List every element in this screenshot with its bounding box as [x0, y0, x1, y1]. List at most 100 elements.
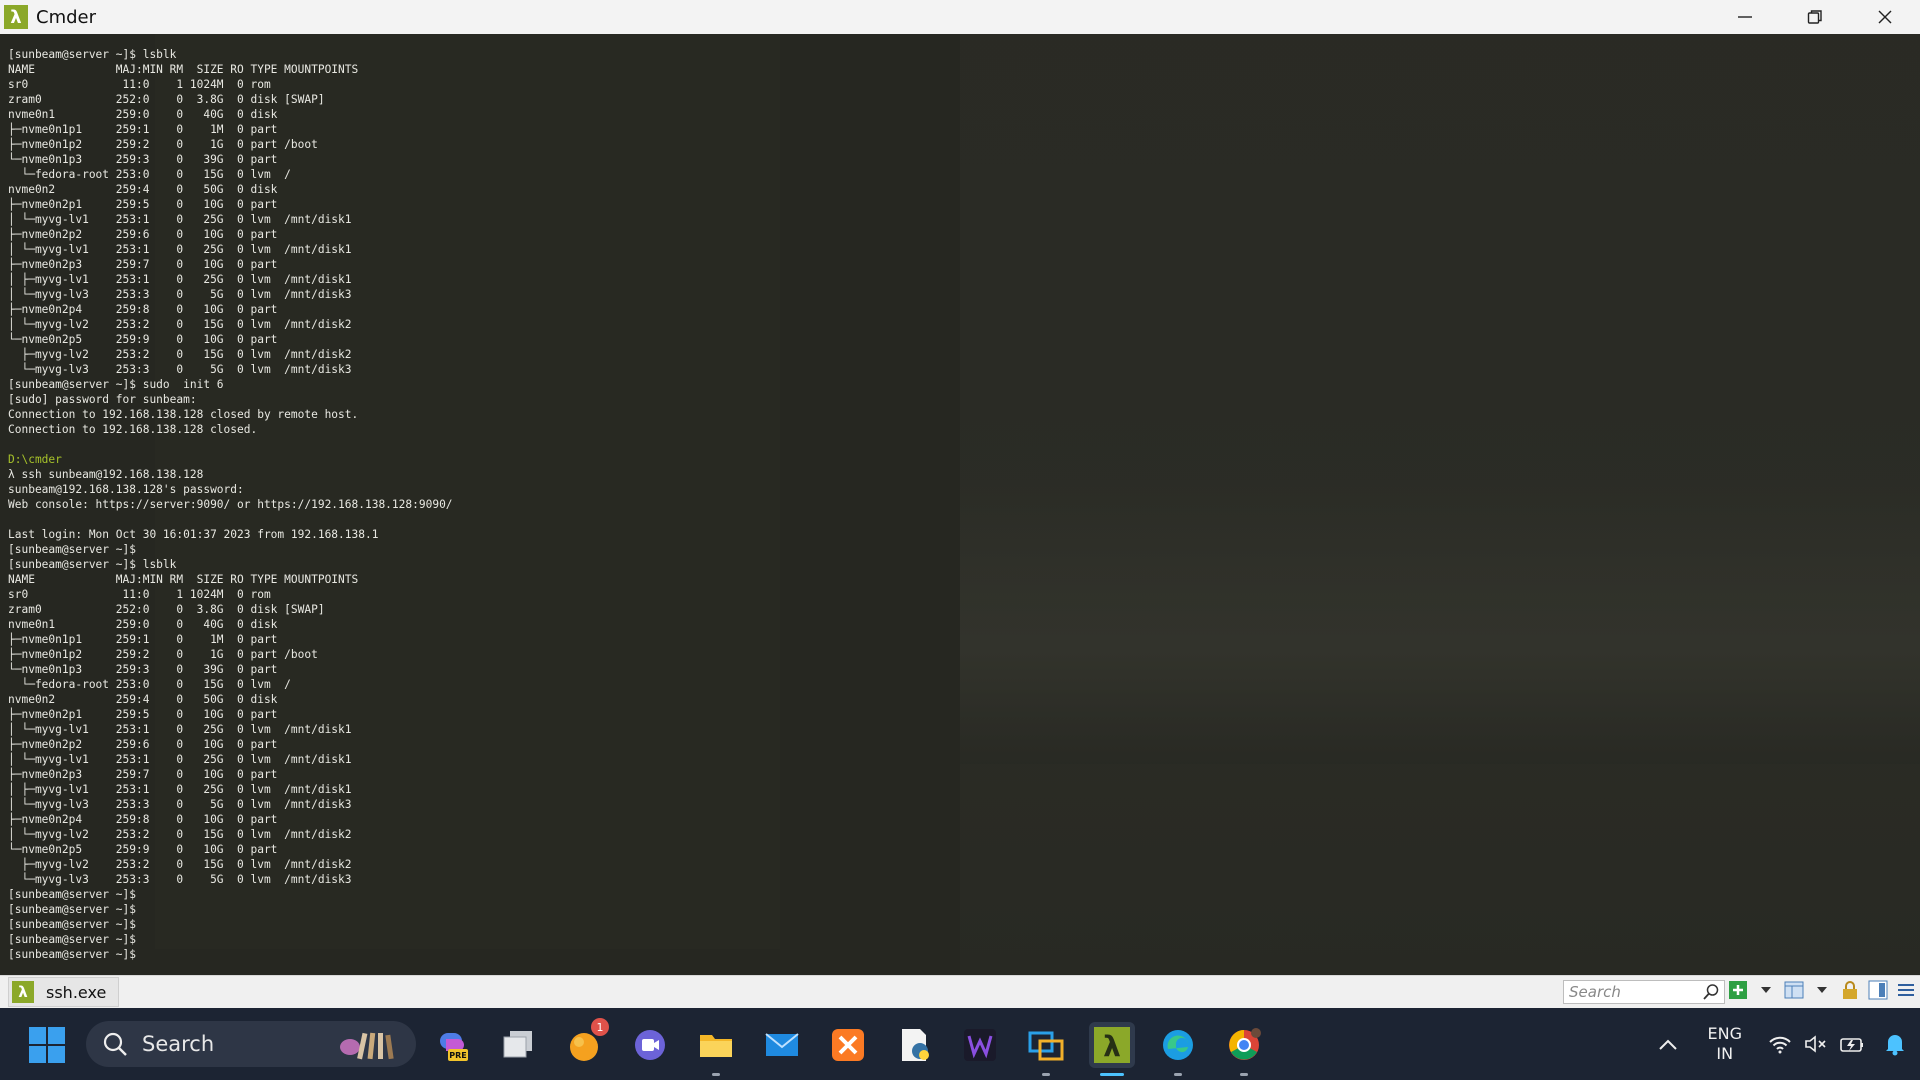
terminal-line: λ ssh sunbeam@192.168.138.128	[8, 468, 204, 481]
terminal-line: ├─nvme0n2p1 259:5 0 10G 0 part	[8, 708, 278, 721]
taskbar-app-mail[interactable]	[759, 1022, 805, 1068]
terminal-line: ├─nvme0n2p2 259:6 0 10G 0 part	[8, 228, 278, 241]
terminal-line: │ ├─myvg-lv1 253:1 0 25G 0 lvm /mnt/disk…	[8, 783, 352, 796]
search-placeholder: Search	[1569, 983, 1621, 1001]
terminal-line: ├─nvme0n2p4 259:8 0 10G 0 part	[8, 303, 278, 316]
terminal-line: ├─nvme0n2p2 259:6 0 10G 0 part	[8, 738, 278, 751]
folder-icon	[700, 1035, 732, 1057]
terminal-line: │ └─myvg-lv3 253:3 0 5G 0 lvm /mnt/disk3	[8, 288, 352, 301]
xampp-icon	[832, 1029, 864, 1061]
terminal-line: ├─nvme0n1p1 259:1 0 1M 0 part	[8, 633, 278, 646]
title-bar: λ Cmder	[0, 0, 1920, 34]
terminal-line: [sunbeam@server ~]$ lsblk	[8, 558, 177, 571]
notification-badge: 1	[591, 1018, 609, 1036]
volume-status[interactable]	[1798, 1034, 1834, 1054]
active-indicator	[1100, 1073, 1124, 1076]
taskbar-app-remote[interactable]	[1023, 1022, 1069, 1076]
taskbar-app-orange[interactable]: 1	[561, 1018, 609, 1068]
terminal-pane[interactable]: [sunbeam@server ~]$ lsblk NAME MAJ:MIN RM…	[0, 34, 1920, 974]
wifi-status[interactable]	[1762, 1034, 1798, 1054]
show-hidden-icons-button[interactable]	[1648, 1037, 1688, 1051]
terminal-line: ├─myvg-lv2 253:2 0 15G 0 lvm /mnt/disk2	[8, 348, 352, 361]
language-indicator[interactable]: ENG IN	[1708, 1024, 1742, 1064]
terminal-line: Connection to 192.168.138.128 closed.	[8, 423, 258, 436]
search-icon	[103, 1032, 127, 1056]
menu-button[interactable]	[1896, 980, 1916, 1000]
svg-text:PRE: PRE	[449, 1051, 467, 1060]
minimize-button[interactable]	[1710, 0, 1780, 34]
terminal-line: └─nvme0n2p5 259:9 0 10G 0 part	[8, 843, 278, 856]
new-console-dropdown[interactable]	[1756, 980, 1776, 1000]
lock-icon	[1843, 981, 1857, 999]
terminal-line: ├─nvme0n1p1 259:1 0 1M 0 part	[8, 123, 278, 136]
close-button[interactable]	[1850, 0, 1920, 34]
console-tab-label: ssh.exe	[46, 982, 107, 1002]
chevron-up-icon	[1658, 1039, 1677, 1050]
terminal-line: └─myvg-lv3 253:3 0 5G 0 lvm /mnt/disk3	[8, 873, 352, 886]
terminal-line: │ ├─myvg-lv1 253:1 0 25G 0 lvm /mnt/disk…	[8, 273, 352, 286]
taskbar-app-file-explorer[interactable]	[693, 1022, 739, 1076]
terminal-line: sr0 11:0 1 1024M 0 rom	[8, 78, 271, 91]
mail-icon	[765, 1033, 799, 1056]
terminal-line: [sunbeam@server ~]$	[8, 903, 136, 916]
close-icon	[1878, 10, 1892, 24]
taskbar-app-python-files[interactable]	[891, 1022, 937, 1068]
restore-button[interactable]	[1780, 0, 1850, 34]
taskbar-app-copilot[interactable]: PRE	[429, 1022, 475, 1068]
volume-muted-icon	[1805, 1035, 1826, 1053]
lock-button[interactable]	[1840, 980, 1860, 1000]
background-skyline	[960, 474, 1920, 764]
terminal-line: ├─nvme0n1p2 259:2 0 1G 0 part /boot	[8, 138, 318, 151]
notifications-button[interactable]	[1870, 1032, 1920, 1056]
terminal-line: └─myvg-lv3 253:3 0 5G 0 lvm /mnt/disk3	[8, 363, 352, 376]
terminal-line: sr0 11:0 1 1024M 0 rom	[8, 588, 271, 601]
terminal-line: └─nvme0n1p3 259:3 0 39G 0 part	[8, 663, 278, 676]
terminal-line: NAME MAJ:MIN RM SIZE RO TYPE MOUNTPOINTS	[8, 573, 359, 586]
terminal-line: ├─nvme0n2p1 259:5 0 10G 0 part	[8, 198, 278, 211]
taskbar-search[interactable]: Search	[86, 1021, 416, 1067]
hamburger-icon	[1898, 984, 1914, 996]
terminal-line: ├─nvme0n2p3 259:7 0 10G 0 part	[8, 768, 278, 781]
terminal-line: [sunbeam@server ~]$	[8, 948, 136, 961]
task-view-icon	[503, 1031, 532, 1058]
split-dropdown[interactable]	[1812, 980, 1832, 1000]
taskbar-app-meet[interactable]	[627, 1022, 673, 1068]
window-title: Cmder	[36, 6, 97, 28]
terminal-line: nvme0n1 259:0 0 40G 0 disk	[8, 618, 278, 631]
taskbar-app-cmder[interactable]: λ	[1089, 1022, 1135, 1076]
windows-logo-icon	[29, 1027, 65, 1063]
taskbar-app-edge[interactable]	[1155, 1022, 1201, 1076]
terminal-line: sunbeam@192.168.138.128's password:	[8, 483, 244, 496]
start-button[interactable]	[28, 1026, 66, 1064]
taskbar-app-xampp[interactable]	[825, 1022, 871, 1068]
taskbar-app-task-view[interactable]	[495, 1022, 541, 1068]
terminal-line: └─nvme0n1p3 259:3 0 39G 0 part	[8, 153, 278, 166]
terminal-line: Connection to 192.168.138.128 closed by …	[8, 408, 359, 421]
svg-text:λ: λ	[1103, 1030, 1121, 1063]
search-highlight-icon	[332, 1029, 402, 1067]
restore-icon	[1807, 10, 1822, 24]
chevron-down-icon	[1761, 987, 1771, 993]
split-button[interactable]	[1784, 980, 1804, 1000]
console-tab[interactable]: λ ssh.exe	[8, 977, 120, 1007]
terminal-line: │ └─myvg-lv2 253:2 0 15G 0 lvm /mnt/disk…	[8, 828, 352, 841]
terminal-line: └─fedora-root 253:0 0 15G 0 lvm /	[8, 168, 291, 181]
copilot-icon: PRE	[440, 1033, 468, 1061]
plus-icon	[1729, 981, 1747, 999]
terminal-line: NAME MAJ:MIN RM SIZE RO TYPE MOUNTPOINTS	[8, 63, 359, 76]
battery-status[interactable]	[1834, 1034, 1870, 1054]
terminal-line: [sunbeam@server ~]$	[8, 933, 136, 946]
taskbar-app-chrome[interactable]	[1221, 1022, 1267, 1076]
chevron-down-icon	[1817, 987, 1827, 993]
window-controls	[1710, 0, 1920, 34]
taskbar-app-w[interactable]	[957, 1022, 1003, 1068]
terminal-line: Web console: https://server:9090/ or htt…	[8, 498, 453, 511]
new-console-button[interactable]	[1728, 980, 1748, 1000]
terminal-line: Last login: Mon Oct 30 16:01:37 2023 fro…	[8, 528, 379, 541]
search-field[interactable]: Search	[1563, 980, 1725, 1004]
panel-view-button[interactable]	[1868, 980, 1888, 1000]
terminal-line: [sunbeam@server ~]$ sudo init 6	[8, 378, 224, 391]
bell-icon	[1886, 1035, 1904, 1056]
